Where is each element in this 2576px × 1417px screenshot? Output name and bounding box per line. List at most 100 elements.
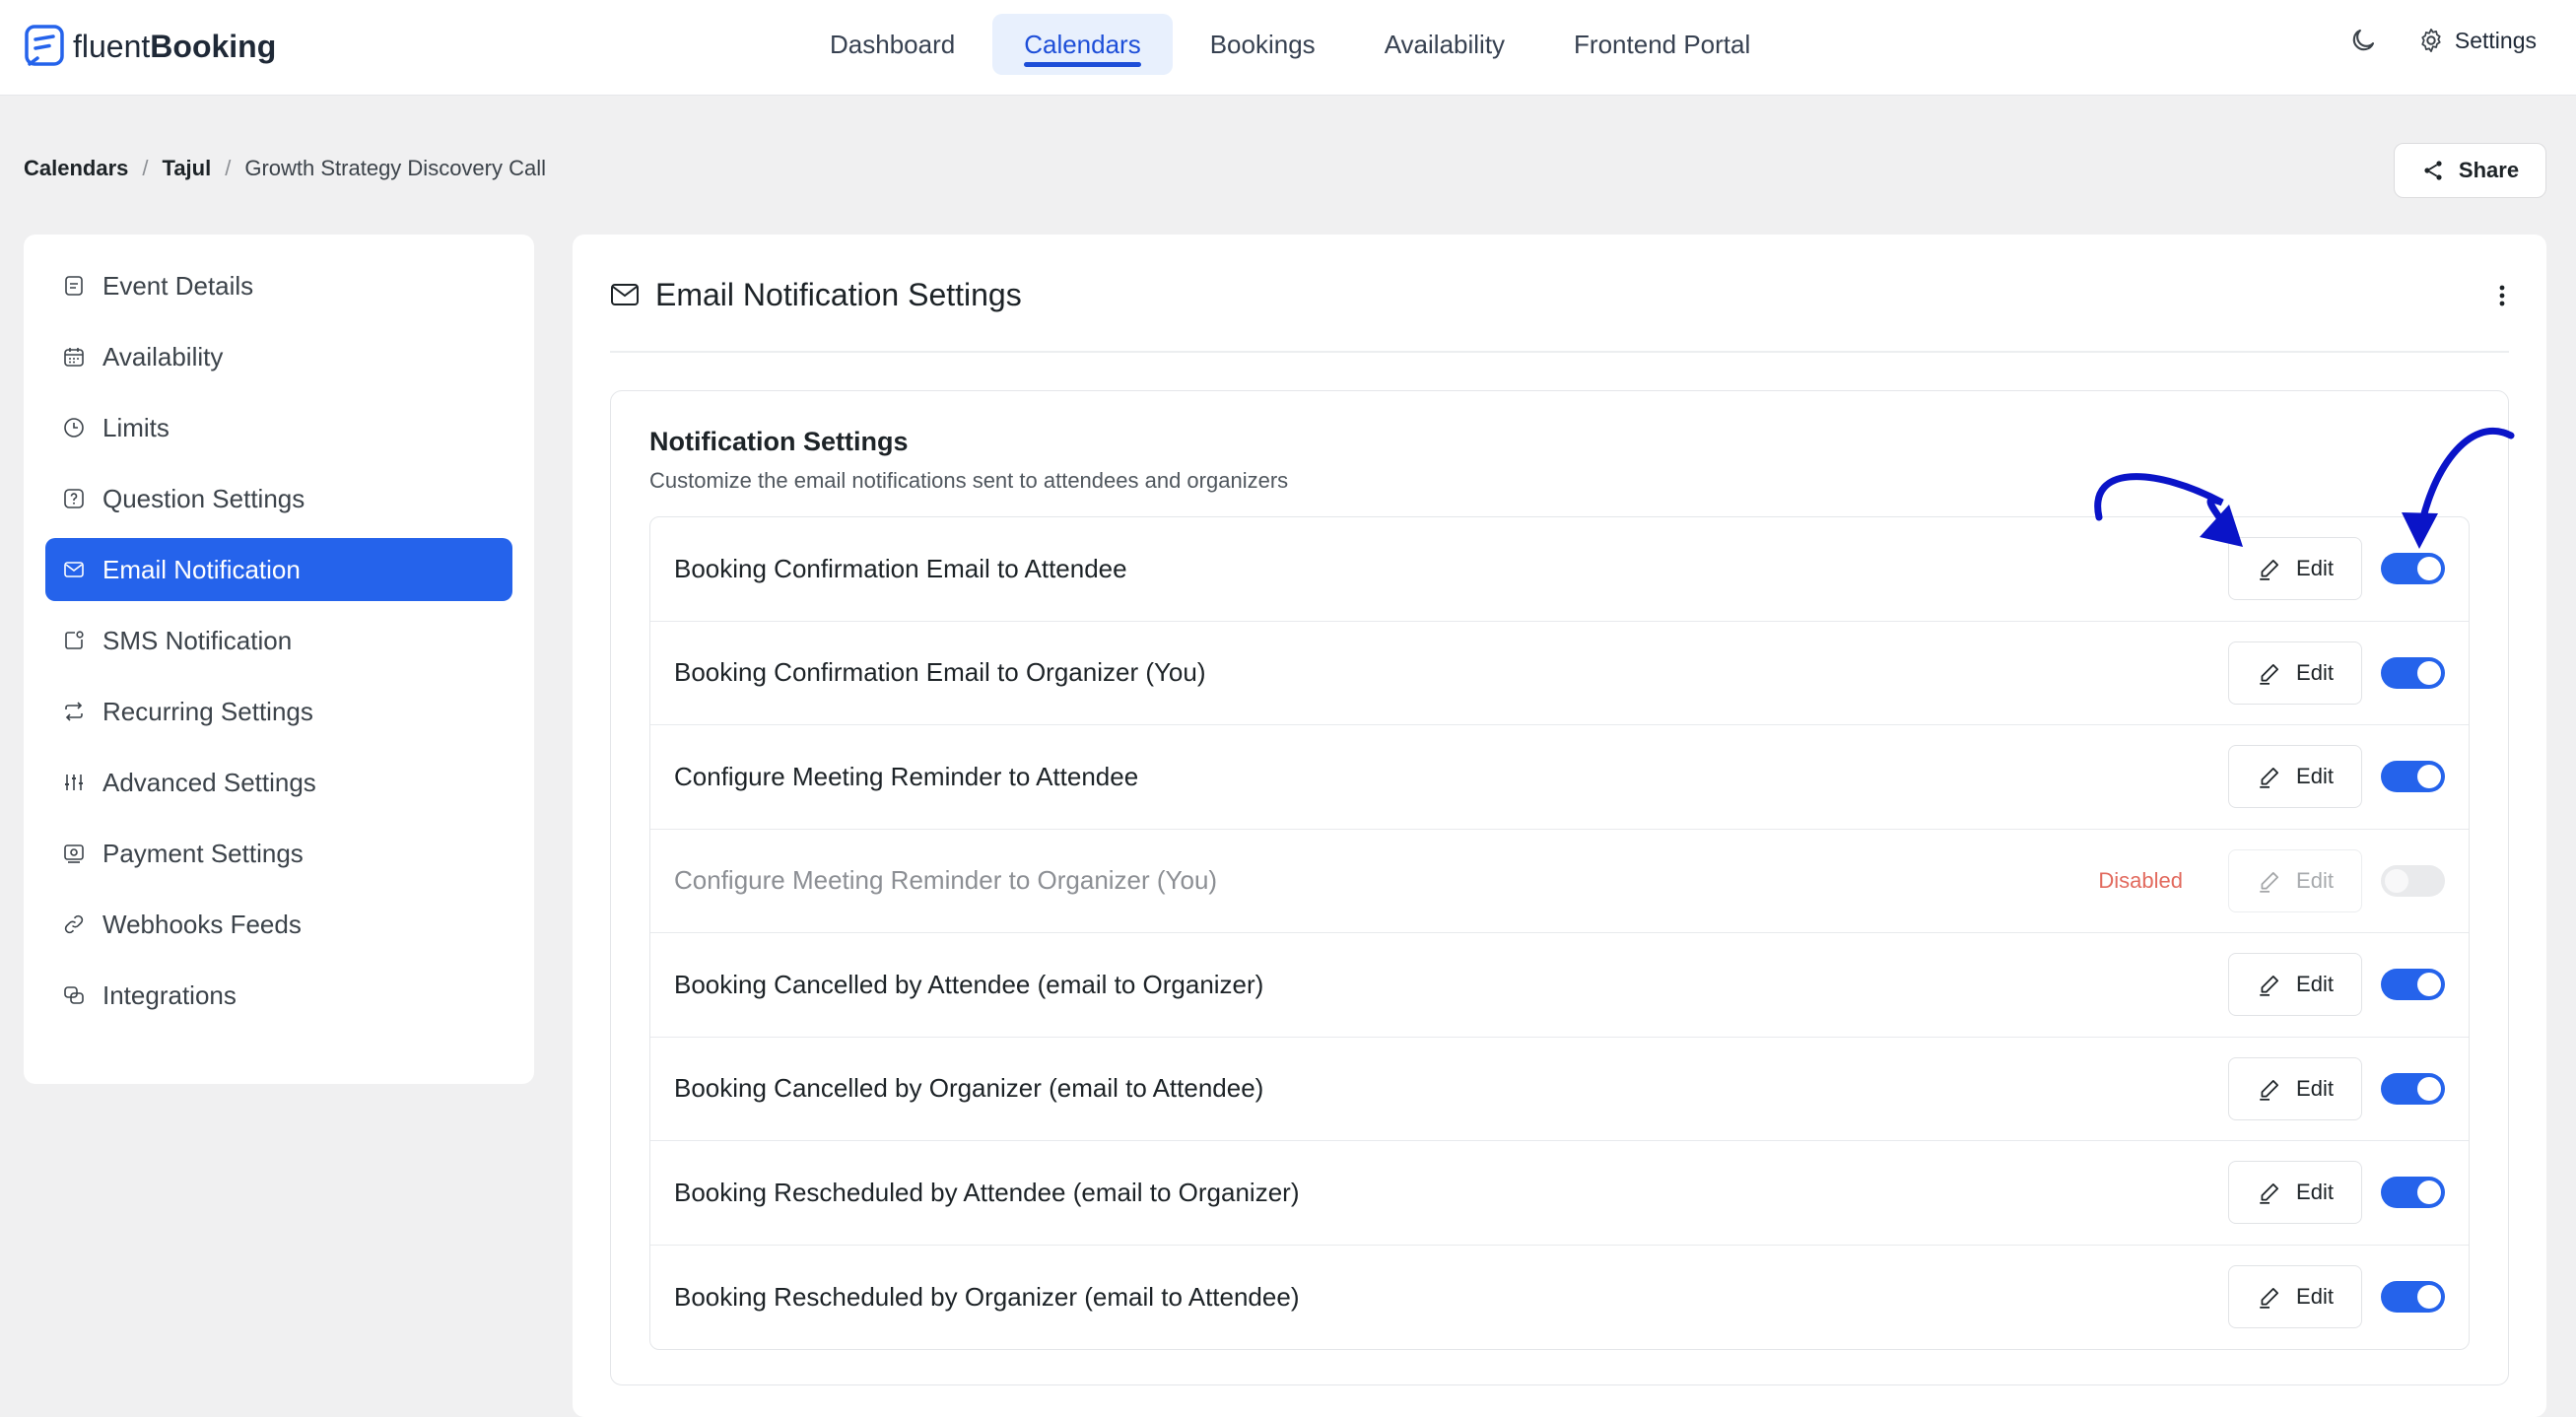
- sidebar-item-payment-settings[interactable]: Payment Settings: [45, 822, 512, 885]
- clock-icon: [64, 418, 84, 438]
- breadcrumb: Calendars / Tajul / Growth Strategy Disc…: [24, 156, 546, 181]
- toggle-knob: [2417, 973, 2441, 997]
- sidebar-item-availability[interactable]: Availability: [45, 325, 512, 388]
- edit-label: Edit: [2296, 1075, 2334, 1101]
- notification-label: Booking Rescheduled by Attendee (email t…: [674, 1177, 1300, 1207]
- edit-button[interactable]: Edit: [2228, 1161, 2362, 1225]
- link-icon: [64, 914, 84, 934]
- edit-label: Edit: [2296, 1284, 2334, 1310]
- edit-button[interactable]: Edit: [2228, 1056, 2362, 1120]
- more-options-icon[interactable]: [2495, 282, 2509, 309]
- sidebar-item-event-details[interactable]: Event Details: [45, 254, 512, 317]
- notification-toggle[interactable]: [2381, 1177, 2445, 1209]
- nav-frontend-portal[interactable]: Frontend Portal: [1542, 14, 1782, 75]
- notification-toggle[interactable]: [2381, 969, 2445, 1001]
- notification-toggle[interactable]: [2381, 761, 2445, 793]
- toggle-knob: [2417, 1285, 2441, 1310]
- nav-bookings[interactable]: Bookings: [1179, 14, 1347, 75]
- notification-label: Configure Meeting Reminder to Organizer …: [674, 865, 1218, 896]
- toggle-knob: [2417, 660, 2441, 685]
- main-nav: Dashboard Calendars Bookings Availabilit…: [798, 14, 1782, 75]
- notification-label: Configure Meeting Reminder to Attendee: [674, 761, 1139, 791]
- fluent-booking-logo-icon: [25, 25, 64, 66]
- notification-row: Booking Rescheduled by Attendee (email t…: [650, 1141, 2469, 1246]
- edit-button[interactable]: Edit: [2228, 537, 2362, 601]
- toggle-knob: [2417, 557, 2441, 581]
- panel-header: Email Notification Settings: [610, 274, 2509, 353]
- notification-label: Booking Rescheduled by Organizer (email …: [674, 1281, 1300, 1312]
- sidebar-item-webhooks-feeds[interactable]: Webhooks Feeds: [45, 893, 512, 956]
- sms-icon: [65, 631, 84, 649]
- email-notification-panel: Email Notification Settings Notification…: [573, 235, 2546, 1417]
- edit-label: Edit: [2296, 867, 2334, 893]
- notification-row: Configure Meeting Reminder to Attendee E…: [650, 725, 2469, 830]
- notification-toggle[interactable]: [2381, 864, 2445, 897]
- sidebar-item-label: SMS Notification: [102, 625, 293, 655]
- breadcrumb-owner[interactable]: Tajul: [163, 156, 212, 181]
- sidebar-item-label: Email Notification: [102, 554, 301, 584]
- edit-label: Edit: [2296, 659, 2334, 685]
- gear-icon: [2421, 29, 2441, 52]
- repeat-icon: [65, 702, 83, 721]
- notification-label: Booking Confirmation Email to Organizer …: [674, 657, 1206, 688]
- sidebar-item-email-notification[interactable]: Email Notification: [45, 538, 512, 601]
- notification-row: Booking Confirmation Email to Attendee E…: [650, 517, 2469, 622]
- app-logo[interactable]: fluentBooking: [24, 22, 276, 71]
- share-button[interactable]: Share: [2394, 143, 2546, 198]
- mail-icon: [64, 562, 84, 577]
- pencil-icon: [2260, 871, 2279, 893]
- notification-list: Booking Confirmation Email to Attendee E…: [649, 516, 2470, 1350]
- document-icon: [65, 276, 83, 296]
- notification-row: Configure Meeting Reminder to Organizer …: [650, 830, 2469, 933]
- notification-toggle[interactable]: [2381, 656, 2445, 689]
- sidebar-item-label: Event Details: [102, 270, 254, 301]
- notification-toggle[interactable]: [2381, 1281, 2445, 1314]
- sidebar-item-label: Limits: [102, 412, 169, 442]
- nav-availability[interactable]: Availability: [1353, 14, 1536, 75]
- notification-settings-card: Notification Settings Customize the emai…: [610, 390, 2509, 1385]
- sidebar-item-recurring-settings[interactable]: Recurring Settings: [45, 680, 512, 743]
- pencil-icon: [2260, 1288, 2279, 1309]
- sidebar-item-label: Question Settings: [102, 483, 305, 513]
- sidebar-item-integrations[interactable]: Integrations: [45, 964, 512, 1027]
- edit-button[interactable]: Edit: [2228, 745, 2362, 809]
- notification-row: Booking Cancelled by Attendee (email to …: [650, 933, 2469, 1038]
- settings-button[interactable]: Settings: [2417, 27, 2537, 54]
- share-icon: [2424, 161, 2442, 180]
- logo-word-fluent: fluent: [73, 28, 151, 64]
- sidebar-item-limits[interactable]: Limits: [45, 396, 512, 459]
- settings-sidebar: Event Details Availability Limits Questi…: [24, 235, 534, 1084]
- moon-icon[interactable]: [2348, 26, 2378, 55]
- top-right-actions: Settings: [2348, 26, 2537, 55]
- notification-label: Booking Cancelled by Attendee (email to …: [674, 969, 1264, 999]
- nav-dashboard[interactable]: Dashboard: [798, 14, 986, 75]
- edit-label: Edit: [2296, 764, 2334, 789]
- calendar-icon: [64, 348, 84, 367]
- edit-label: Edit: [2296, 1180, 2334, 1205]
- notification-row: Booking Confirmation Email to Organizer …: [650, 622, 2469, 725]
- edit-button[interactable]: Edit: [2228, 1265, 2362, 1329]
- breadcrumb-calendars[interactable]: Calendars: [24, 156, 128, 181]
- sidebar-item-label: Advanced Settings: [102, 767, 316, 797]
- edit-button[interactable]: Edit: [2228, 848, 2362, 912]
- sidebar-item-question-settings[interactable]: Question Settings: [45, 467, 512, 530]
- card-title: Notification Settings: [649, 427, 909, 456]
- edit-button[interactable]: Edit: [2228, 641, 2362, 705]
- notification-toggle[interactable]: [2381, 553, 2445, 585]
- nav-calendars[interactable]: Calendars: [992, 14, 1173, 75]
- notification-row: Booking Rescheduled by Organizer (email …: [650, 1246, 2469, 1350]
- sliders-icon: [65, 775, 83, 790]
- edit-button[interactable]: Edit: [2228, 953, 2362, 1017]
- pencil-icon: [2260, 976, 2279, 996]
- breadcrumb-separator: /: [142, 156, 149, 180]
- top-navigation-bar: fluentBooking Dashboard Calendars Bookin…: [0, 0, 2576, 96]
- panel-title: Email Notification Settings: [655, 277, 1022, 312]
- notification-toggle[interactable]: [2381, 1072, 2445, 1105]
- sidebar-item-label: Recurring Settings: [102, 696, 313, 726]
- settings-label: Settings: [2454, 27, 2537, 53]
- notification-label: Booking Confirmation Email to Attendee: [674, 553, 1127, 583]
- pencil-icon: [2260, 663, 2279, 685]
- sidebar-item-advanced-settings[interactable]: Advanced Settings: [45, 751, 512, 814]
- sidebar-item-label: Integrations: [102, 979, 237, 1010]
- sidebar-item-sms-notification[interactable]: SMS Notification: [45, 609, 512, 672]
